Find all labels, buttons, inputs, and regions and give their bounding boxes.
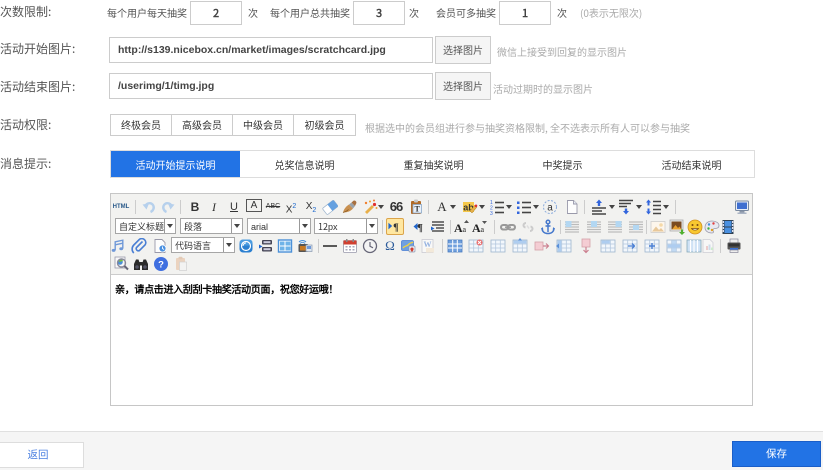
svg-text:¶: ¶ [393,222,399,233]
svg-text:?: ? [158,260,164,271]
svg-text:W: W [424,240,432,249]
svg-text:a: a [547,203,553,214]
svg-text:T: T [415,205,421,214]
svg-text:3: 3 [490,211,493,215]
svg-text:a: a [463,225,467,234]
svg-text:¶: ¶ [417,222,423,234]
svg-text:a: a [481,225,485,234]
